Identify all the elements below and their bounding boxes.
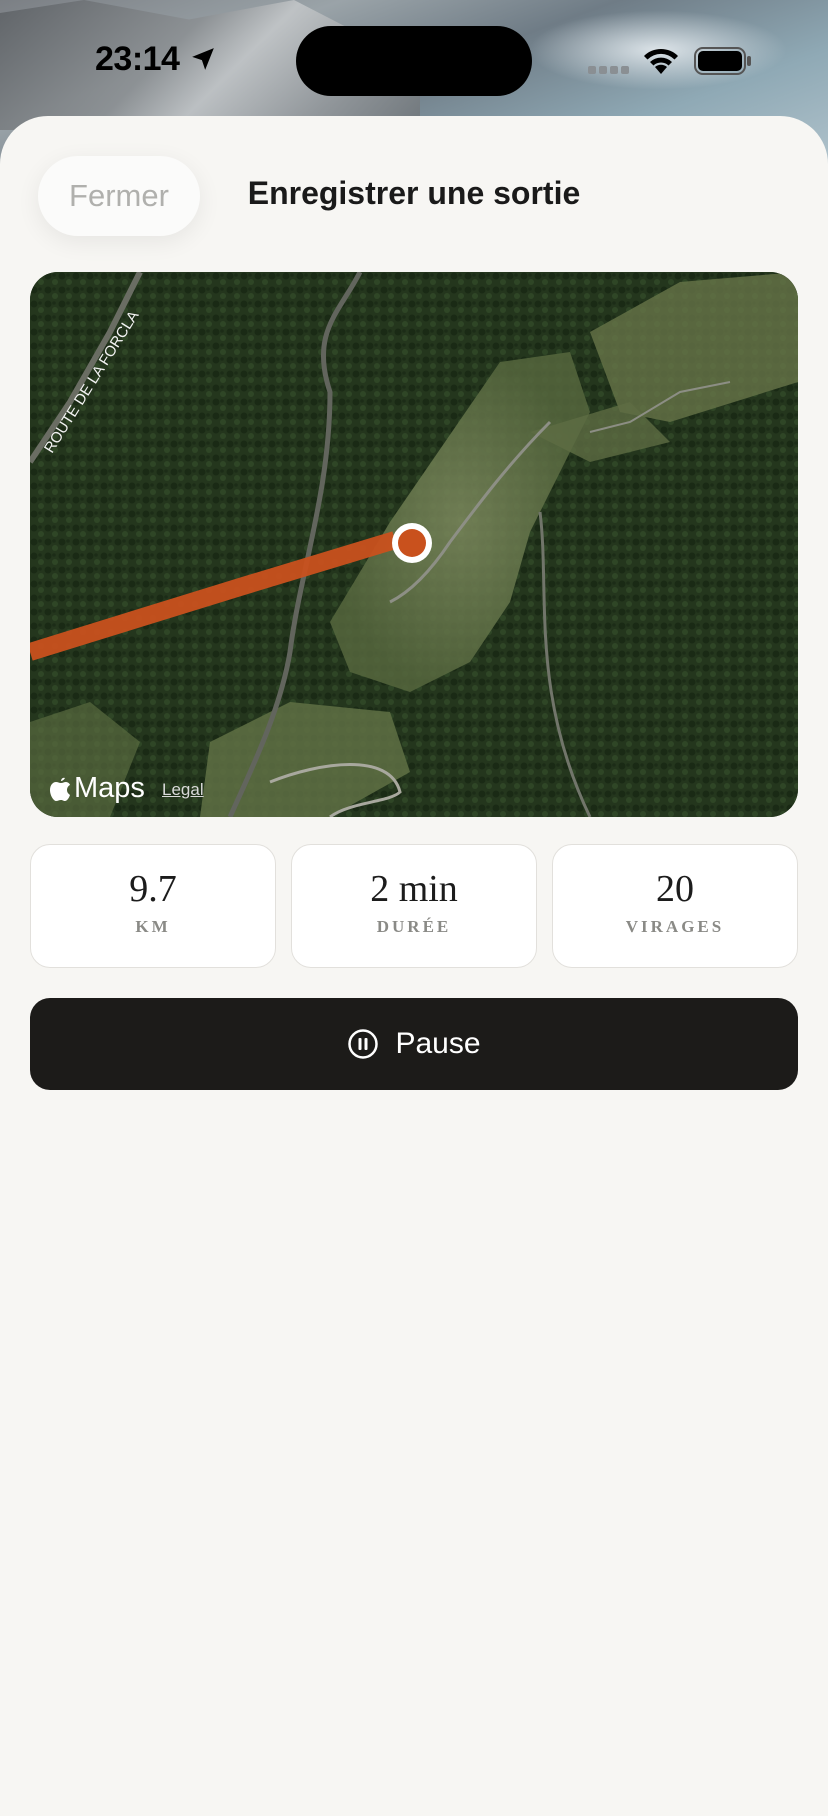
status-time: 23:14	[95, 40, 180, 78]
stat-distance: 9.7 KM	[30, 844, 276, 968]
page-title: Enregistrer une sortie	[247, 175, 581, 211]
maps-wordmark: Maps	[74, 772, 145, 804]
dynamic-island	[296, 26, 532, 96]
stat-label: DURÉE	[376, 917, 452, 936]
apple-maps-logo: Maps	[50, 772, 145, 805]
stat-value: 20	[656, 868, 694, 910]
stat-value: 2 min	[370, 868, 458, 910]
wifi-icon	[644, 48, 678, 74]
legal-link[interactable]: Legal	[162, 780, 204, 800]
status-bar: 23:14	[0, 0, 828, 118]
battery-icon	[694, 47, 751, 75]
stat-label: KM	[135, 917, 171, 936]
pause-button[interactable]: Pause	[30, 998, 798, 1090]
cellular-signal-icon	[588, 66, 629, 74]
location-arrow-icon	[192, 48, 214, 70]
stat-value: 9.7	[129, 868, 177, 910]
pause-label: Pause	[395, 1027, 481, 1060]
apple-logo-icon	[50, 777, 70, 801]
pause-circle-icon	[348, 1029, 379, 1059]
stat-turns: 20 VIRAGES	[552, 844, 798, 968]
route-map[interactable]: ROUTE DE LA FORCLA Maps Legal	[30, 272, 798, 817]
stat-duration: 2 min DURÉE	[291, 844, 537, 968]
satellite-imagery: ROUTE DE LA FORCLA	[30, 272, 798, 817]
stat-label: VIRAGES	[625, 917, 725, 936]
